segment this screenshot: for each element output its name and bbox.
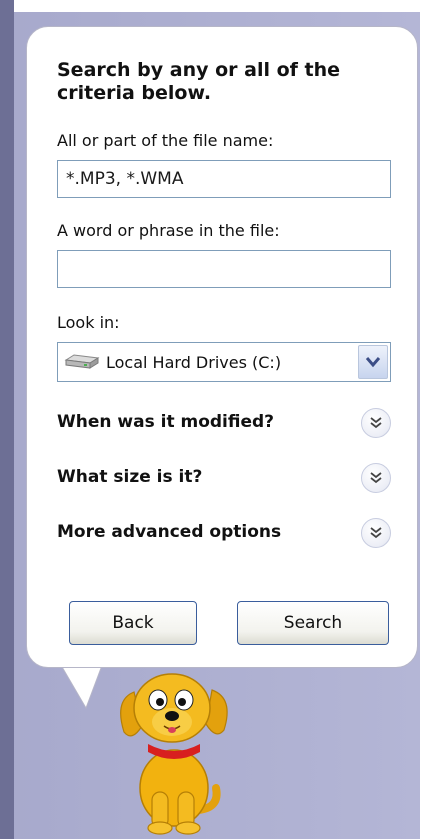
advanced-options-label: More advanced options xyxy=(57,522,282,542)
look-in-value: Local Hard Drives (C:) xyxy=(106,353,282,372)
phrase-input[interactable] xyxy=(57,250,391,288)
what-size-expand-button[interactable] xyxy=(361,463,391,493)
search-companion-balloon: Search by any or all of the criteria bel… xyxy=(26,26,418,668)
criteria-heading: Search by any or all of the criteria bel… xyxy=(57,59,341,104)
advanced-options-expand-button[interactable] xyxy=(361,518,391,548)
look-in-dropdown-button[interactable] xyxy=(358,345,388,379)
search-dog-mascot[interactable] xyxy=(100,660,240,835)
when-modified-expand-button[interactable] xyxy=(361,408,391,438)
back-button[interactable]: Back xyxy=(69,601,197,645)
look-in-select[interactable]: Local Hard Drives (C:) xyxy=(57,342,391,382)
when-modified-section[interactable]: When was it modified? xyxy=(57,406,391,440)
double-chevron-down-icon xyxy=(370,417,382,429)
file-name-label: All or part of the file name: xyxy=(57,131,274,150)
advanced-options-section[interactable]: More advanced options xyxy=(57,516,391,550)
hard-drive-icon xyxy=(64,354,100,369)
search-button[interactable]: Search xyxy=(237,601,389,645)
when-modified-label: When was it modified? xyxy=(57,412,275,432)
double-chevron-down-icon xyxy=(370,527,382,539)
chevron-down-icon xyxy=(365,357,381,368)
what-size-label: What size is it? xyxy=(57,467,203,487)
double-chevron-down-icon xyxy=(370,472,382,484)
phrase-label: A word or phrase in the file: xyxy=(57,221,280,240)
what-size-section[interactable]: What size is it? xyxy=(57,461,391,495)
look-in-label: Look in: xyxy=(57,313,120,332)
file-name-input[interactable] xyxy=(57,160,391,198)
